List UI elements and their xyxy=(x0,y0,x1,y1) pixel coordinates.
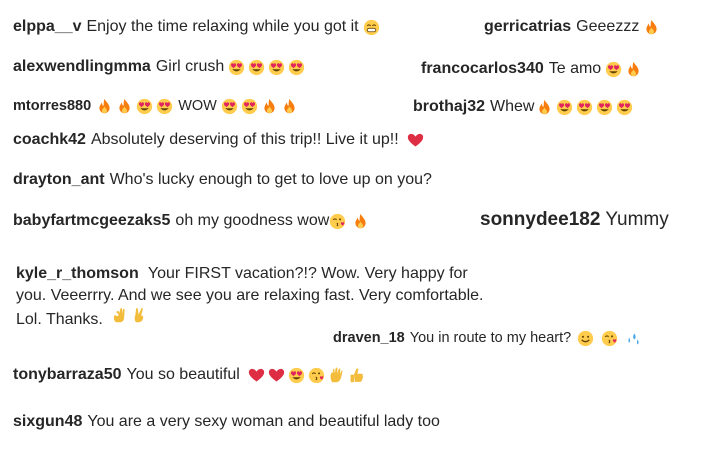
heart-eyes-emoji xyxy=(288,367,305,384)
comment-text: Yummy xyxy=(605,209,669,230)
comment-username[interactable]: elppa__v xyxy=(13,17,81,37)
sweat-droplets-emoji xyxy=(625,330,642,347)
comment-username[interactable]: draven_18 xyxy=(333,328,405,348)
fire-emoji xyxy=(261,98,278,115)
red-heart-emoji xyxy=(268,367,285,384)
fire-emoji xyxy=(352,213,369,230)
grin-emoji xyxy=(363,19,380,36)
raised-hand-emoji xyxy=(328,367,345,384)
comment: drayton_ant Who's lucky enough to get to… xyxy=(13,170,432,190)
comment: tonybarraza50 You so beautiful xyxy=(13,365,368,385)
comment-text: Te amo xyxy=(548,60,602,77)
comment-username[interactable]: sonnydee182 xyxy=(480,210,600,230)
heart-eyes-emoji xyxy=(576,99,593,116)
heart-eyes-emoji xyxy=(268,59,285,76)
comment-text: You are a very sexy woman and beautiful … xyxy=(87,413,440,430)
heart-eyes-emoji xyxy=(136,98,153,115)
comment: sonnydee182 Yummy xyxy=(480,210,669,230)
comment: kyle_r_thomson Your FIRST vacation?!? Wo… xyxy=(16,263,486,331)
heart-eyes-emoji xyxy=(556,99,573,116)
comment: coachk42 Absolutely deserving of this tr… xyxy=(13,130,427,150)
ok-hand-emoji xyxy=(111,307,128,324)
comment-text: Absolutely deserving of this trip!! Live… xyxy=(90,131,399,148)
comment-username[interactable]: gerricatrias xyxy=(484,17,571,37)
red-heart-emoji xyxy=(248,367,265,384)
heart-eyes-emoji xyxy=(616,99,633,116)
comment-text: WOW xyxy=(178,98,217,114)
comment-text: Geeezzz xyxy=(576,18,640,35)
kiss-emoji xyxy=(601,330,618,347)
heart-eyes-emoji xyxy=(228,59,245,76)
comment: brothaj32 Whew xyxy=(413,97,636,117)
comment: babyfartmcgeezaks5 oh my goodness wow xyxy=(13,211,372,231)
comment: mtorres880 WOW xyxy=(13,96,301,116)
comment-username[interactable]: brothaj32 xyxy=(413,97,485,117)
comment-username[interactable]: sixgun48 xyxy=(13,412,82,432)
smile-emoji xyxy=(577,330,594,347)
kiss-emoji xyxy=(308,367,325,384)
comment-username[interactable]: babyfartmcgeezaks5 xyxy=(13,211,170,231)
fire-emoji xyxy=(281,98,298,115)
comment-text: Who's lucky enough to get to love up on … xyxy=(109,171,432,188)
thumbs-up-emoji xyxy=(348,367,365,384)
comment-username[interactable]: kyle_r_thomson xyxy=(16,265,139,282)
fire-emoji xyxy=(116,98,133,115)
comment-text: Whew xyxy=(490,98,535,115)
comment-text: Girl crush xyxy=(155,58,225,75)
comment-username[interactable]: drayton_ant xyxy=(13,170,105,190)
comment: sixgun48 You are a very sexy woman and b… xyxy=(13,412,440,432)
fire-emoji xyxy=(643,19,660,36)
comment-text: You so beautiful xyxy=(126,366,240,383)
comment: draven_18 You in route to my heart? xyxy=(333,328,645,348)
comment-text: oh my goodness wow xyxy=(175,212,330,229)
heart-eyes-emoji xyxy=(605,61,622,78)
comment-username[interactable]: tonybarraza50 xyxy=(13,365,122,385)
comment-username[interactable]: coachk42 xyxy=(13,130,86,150)
fire-emoji xyxy=(536,99,553,116)
heart-eyes-emoji xyxy=(156,98,173,115)
heart-eyes-emoji xyxy=(221,98,238,115)
heart-eyes-emoji xyxy=(596,99,613,116)
fire-emoji xyxy=(625,61,642,78)
comment: gerricatrias Geeezzz xyxy=(484,17,663,37)
heart-eyes-emoji xyxy=(288,59,305,76)
comment: alexwendlingmma Girl crush xyxy=(13,57,308,77)
comment: elppa__v Enjoy the time relaxing while y… xyxy=(13,17,383,37)
victory-hand-emoji xyxy=(131,307,148,324)
comment-username[interactable]: mtorres880 xyxy=(13,96,91,116)
fire-emoji xyxy=(96,98,113,115)
heart-eyes-emoji xyxy=(248,59,265,76)
kiss-emoji xyxy=(329,213,346,230)
comment: francocarlos340 Te amo xyxy=(421,59,645,79)
comment-text: You in route to my heart? xyxy=(409,330,572,346)
comment-username[interactable]: francocarlos340 xyxy=(421,59,544,79)
heart-eyes-emoji xyxy=(241,98,258,115)
comment-username[interactable]: alexwendlingmma xyxy=(13,57,151,77)
red-heart-emoji xyxy=(407,132,424,149)
comment-text: Enjoy the time relaxing while you got it xyxy=(86,18,359,35)
